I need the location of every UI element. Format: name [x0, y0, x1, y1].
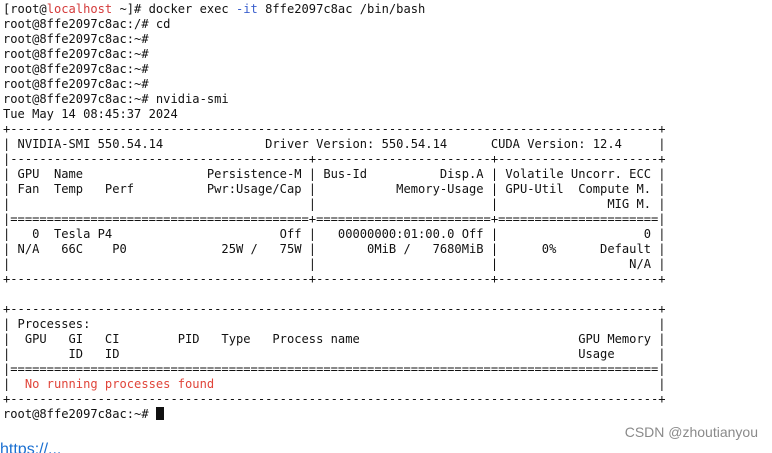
shell-prompt: root@8ffe2097c8ac:~# — [3, 407, 156, 421]
processes-title-row: | Processes: | — [3, 317, 666, 331]
gpu-header-row: | GPU Name Persistence-M | Bus-Id Disp.A… — [3, 167, 666, 181]
terminal-window[interactable]: [root@localhost ~]# docker exec -it 8ffe… — [0, 0, 772, 437]
timestamp-line: Tue May 14 08:45:37 2024 — [3, 107, 178, 121]
page-link[interactable]: https://... — [0, 441, 61, 453]
terminal-line: root@8ffe2097c8ac:~# — [3, 47, 149, 61]
gpu-data-row: | 0 Tesla P4 Off | 00000000:01:00.0 Off … — [3, 227, 666, 241]
table-border: +---------------------------------------… — [3, 392, 666, 406]
gpu-data-row: | | | N/A | — [3, 257, 666, 271]
docker-exec-command-line: [root@localhost ~]# docker exec -it 8ffe… — [3, 2, 426, 16]
terminal-line: root@8ffe2097c8ac:~# — [3, 62, 149, 76]
terminal-line: root@8ffe2097c8ac:~# — [3, 32, 149, 46]
terminal-output: [root@localhost ~]# docker exec -it 8ffe… — [0, 0, 772, 422]
terminal-line: root@8ffe2097c8ac:/# cd — [3, 17, 171, 31]
text-cursor — [155, 407, 164, 420]
nvidia-smi-command: root@8ffe2097c8ac:~# nvidia-smi — [3, 92, 229, 106]
table-divider: |---------------------------------------… — [3, 152, 666, 166]
gpu-header-row: | Fan Temp Perf Pwr:Usage/Cap | Memory-U… — [3, 182, 666, 196]
command-option: -it — [236, 2, 258, 16]
hostname: localhost — [46, 2, 113, 16]
header-separator: |=======================================… — [3, 362, 666, 376]
terminal-line: root@8ffe2097c8ac:~# — [3, 77, 149, 91]
processes-header-row: | GPU GI CI PID Type Process name GPU Me… — [3, 332, 666, 346]
version-row: | NVIDIA-SMI 550.54.14 Driver Version: 5… — [3, 137, 666, 151]
processes-header-row: | ID ID Usage | — [3, 347, 666, 361]
no-processes-message: No running processes found — [24, 377, 215, 391]
table-border: +---------------------------------------… — [3, 122, 666, 136]
page-text-below: https://... — [0, 437, 772, 453]
table-border: +---------------------------------------… — [3, 272, 666, 286]
no-processes-row: | No running processes found | — [3, 377, 666, 391]
final-prompt-line[interactable]: root@8ffe2097c8ac:~# — [3, 407, 772, 422]
gpu-data-row: | N/A 66C P0 25W / 75W | 0MiB / 7680MiB … — [3, 242, 666, 256]
table-border: +---------------------------------------… — [3, 302, 666, 316]
header-separator: |=======================================… — [3, 212, 666, 226]
gpu-header-row: | | | MIG M. | — [3, 197, 666, 211]
